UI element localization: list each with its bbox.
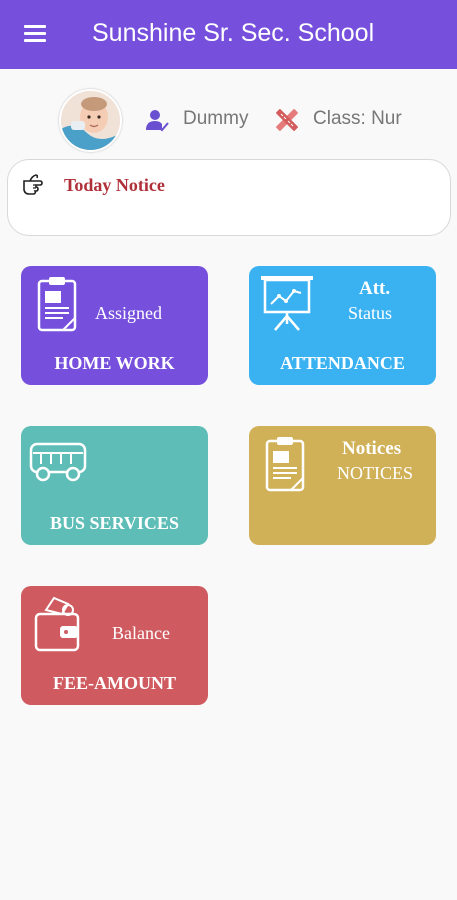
fee-subtitle: Balance bbox=[112, 623, 170, 643]
bus-services-tile[interactable]: BUS SERVICES bbox=[21, 426, 208, 545]
pointing-hand-icon bbox=[22, 172, 52, 196]
student-class: Class: Nur bbox=[313, 108, 402, 129]
fee-amount-tile[interactable]: Balance FEE-AMOUNT bbox=[21, 586, 208, 705]
student-name: Dummy bbox=[183, 108, 249, 129]
notices-tile[interactable]: Notices NOTICES bbox=[249, 426, 436, 545]
homework-label: HOME WORK bbox=[54, 353, 175, 373]
today-notice-card[interactable]: Today Notice bbox=[7, 159, 451, 236]
attendance-top-text: Att. bbox=[359, 278, 391, 299]
homework-tile[interactable]: Assigned HOME WORK bbox=[21, 266, 208, 385]
pencil-ruler-icon bbox=[275, 108, 299, 132]
presentation-chart-icon bbox=[259, 274, 315, 337]
wallet-icon bbox=[34, 596, 82, 657]
clipboard-document-icon bbox=[265, 436, 305, 497]
homework-subtitle: Assigned bbox=[95, 303, 162, 323]
hamburger-menu-icon[interactable] bbox=[22, 22, 50, 46]
notices-subtitle: NOTICES bbox=[337, 463, 413, 483]
notices-top-text: Notices bbox=[342, 438, 402, 459]
student-avatar[interactable] bbox=[59, 89, 122, 152]
attendance-label: ATTENDANCE bbox=[280, 353, 405, 373]
app-title: Sunshine Sr. Sec. School bbox=[92, 19, 375, 47]
attendance-subtitle: Status bbox=[348, 303, 393, 323]
bus-services-label: BUS SERVICES bbox=[50, 513, 179, 533]
notice-title: Today Notice bbox=[64, 175, 165, 195]
attendance-tile[interactable]: Att. Status ATTENDANCE bbox=[249, 266, 436, 385]
user-check-icon bbox=[145, 108, 169, 132]
app-bar: Sunshine Sr. Sec. School bbox=[0, 0, 457, 69]
fee-amount-label: FEE-AMOUNT bbox=[53, 673, 176, 693]
clipboard-document-icon bbox=[37, 276, 77, 337]
bus-icon bbox=[29, 440, 87, 489]
